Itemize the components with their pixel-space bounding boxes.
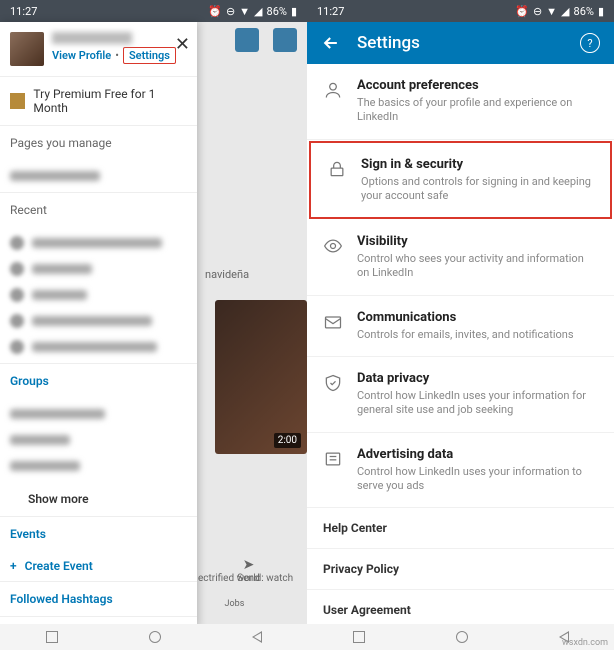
settings-item-advertising[interactable]: Advertising data Control how LinkedIn us… bbox=[307, 433, 614, 509]
send-label: Send bbox=[200, 573, 297, 584]
feed-snippet: navideña bbox=[205, 268, 249, 281]
help-icon[interactable]: ? bbox=[580, 33, 600, 53]
video-duration: 2:00 bbox=[274, 433, 301, 448]
battery-icon: ▮ bbox=[291, 5, 297, 18]
nav-back-icon[interactable] bbox=[252, 631, 262, 643]
settings-item-privacy[interactable]: Data privacy Control how LinkedIn uses y… bbox=[307, 357, 614, 433]
back-arrow-icon[interactable] bbox=[321, 33, 341, 53]
events-header[interactable]: Events bbox=[0, 516, 197, 551]
status-bar-right: 11:27 ⏰ ⊖ ▼ ◢ 86% ▮ bbox=[307, 0, 614, 22]
battery-pct: 86% bbox=[267, 5, 287, 18]
news-icon bbox=[323, 449, 343, 469]
eye-icon bbox=[323, 236, 343, 256]
premium-text: Try Premium Free for 1 Month bbox=[33, 87, 187, 115]
settings-list: Account preferences The basics of your p… bbox=[307, 64, 614, 650]
status-time-r: 11:27 bbox=[317, 5, 344, 18]
groups-header[interactable]: Groups bbox=[0, 363, 197, 398]
item-desc: Control who sees your activity and infor… bbox=[357, 252, 598, 281]
signal-icon: ◢ bbox=[561, 5, 569, 18]
watermark: wsxdn.com bbox=[562, 638, 608, 648]
pages-header: Pages you manage bbox=[0, 126, 197, 160]
settings-link[interactable]: Settings bbox=[123, 47, 176, 64]
show-more[interactable]: Show more bbox=[0, 482, 197, 516]
settings-item-communications[interactable]: Communications Controls for emails, invi… bbox=[307, 296, 614, 357]
item-desc: Controls for emails, invites, and notifi… bbox=[357, 328, 598, 342]
left-screen: 11:27 ⏰ ⊖ ▼ ◢ 86% ▮ 2:00 navideña ectrif… bbox=[0, 0, 307, 650]
chat-icon[interactable] bbox=[273, 28, 297, 52]
create-event-label: Create Event bbox=[25, 559, 93, 573]
item-desc: Control how LinkedIn uses your informati… bbox=[357, 465, 598, 494]
item-title: Data privacy bbox=[357, 371, 598, 386]
close-icon[interactable]: ✕ bbox=[175, 34, 190, 55]
nav-recent-icon[interactable] bbox=[46, 631, 58, 643]
item-title: Visibility bbox=[357, 234, 598, 249]
nav-home-icon[interactable] bbox=[149, 631, 161, 643]
item-title: Communications bbox=[357, 310, 598, 325]
battery-icon: ▮ bbox=[598, 5, 604, 18]
tab-jobs[interactable]: Jobs bbox=[225, 599, 245, 609]
avatar[interactable] bbox=[10, 32, 44, 66]
alarm-icon: ⏰ bbox=[208, 5, 222, 18]
dnd-icon: ⊖ bbox=[533, 5, 542, 18]
item-desc: The basics of your profile and experienc… bbox=[357, 96, 598, 125]
android-navbar-left bbox=[0, 624, 307, 650]
wifi-icon: ▼ bbox=[546, 5, 557, 18]
page-title: Settings bbox=[357, 33, 564, 53]
status-icons-r: ⏰ ⊖ ▼ ◢ 86% ▮ bbox=[515, 5, 604, 18]
qr-icon[interactable] bbox=[235, 28, 259, 52]
wifi-icon: ▼ bbox=[239, 5, 250, 18]
alarm-icon: ⏰ bbox=[515, 5, 529, 18]
status-time: 11:27 bbox=[10, 5, 37, 18]
nav-home-icon[interactable] bbox=[456, 631, 468, 643]
status-bar-left: 11:27 ⏰ ⊖ ▼ ◢ 86% ▮ bbox=[0, 0, 307, 22]
settings-topbar: Settings ? bbox=[307, 22, 614, 64]
footer-help[interactable]: Help Center bbox=[307, 508, 614, 549]
followed-hashtags[interactable]: Followed Hashtags bbox=[0, 581, 197, 616]
settings-item-account[interactable]: Account preferences The basics of your p… bbox=[307, 64, 614, 140]
status-icons: ⏰ ⊖ ▼ ◢ 86% ▮ bbox=[208, 5, 297, 18]
item-desc: Control how LinkedIn uses your informati… bbox=[357, 389, 598, 418]
lock-icon bbox=[327, 159, 347, 179]
video-thumbnail[interactable]: 2:00 bbox=[215, 300, 307, 454]
signal-icon: ◢ bbox=[254, 5, 262, 18]
person-icon bbox=[323, 80, 343, 100]
drawer-header: View Profile • Settings ✕ bbox=[0, 22, 197, 76]
item-desc: Options and controls for signing in and … bbox=[361, 175, 594, 204]
create-event[interactable]: + Create Event bbox=[0, 551, 197, 581]
mail-icon bbox=[323, 312, 343, 332]
send-button[interactable]: ➤ Send bbox=[200, 557, 297, 584]
settings-item-signin[interactable]: Sign in & security Options and controls … bbox=[309, 141, 612, 220]
item-title: Account preferences bbox=[357, 78, 598, 93]
plus-icon: + bbox=[10, 559, 17, 573]
premium-icon bbox=[10, 93, 25, 109]
recent-header: Recent bbox=[0, 192, 197, 227]
nav-drawer: View Profile • Settings ✕ Try Premium Fr… bbox=[0, 22, 197, 628]
view-profile-link[interactable]: View Profile bbox=[52, 49, 111, 62]
footer-privacy[interactable]: Privacy Policy bbox=[307, 549, 614, 590]
feed-background: 2:00 bbox=[197, 22, 307, 628]
user-name-blurred bbox=[52, 32, 132, 44]
nav-recent-icon[interactable] bbox=[353, 631, 365, 643]
shield-icon bbox=[323, 373, 343, 393]
item-title: Sign in & security bbox=[361, 157, 594, 172]
item-title: Advertising data bbox=[357, 447, 598, 462]
blurred-item bbox=[10, 171, 100, 181]
right-screen: 11:27 ⏰ ⊖ ▼ ◢ 86% ▮ Settings ? Account p… bbox=[307, 0, 614, 650]
settings-item-visibility[interactable]: Visibility Control who sees your activit… bbox=[307, 220, 614, 296]
dnd-icon: ⊖ bbox=[226, 5, 235, 18]
premium-row[interactable]: Try Premium Free for 1 Month bbox=[0, 76, 197, 126]
dot-separator: • bbox=[115, 49, 119, 62]
battery-pct-r: 86% bbox=[574, 5, 594, 18]
